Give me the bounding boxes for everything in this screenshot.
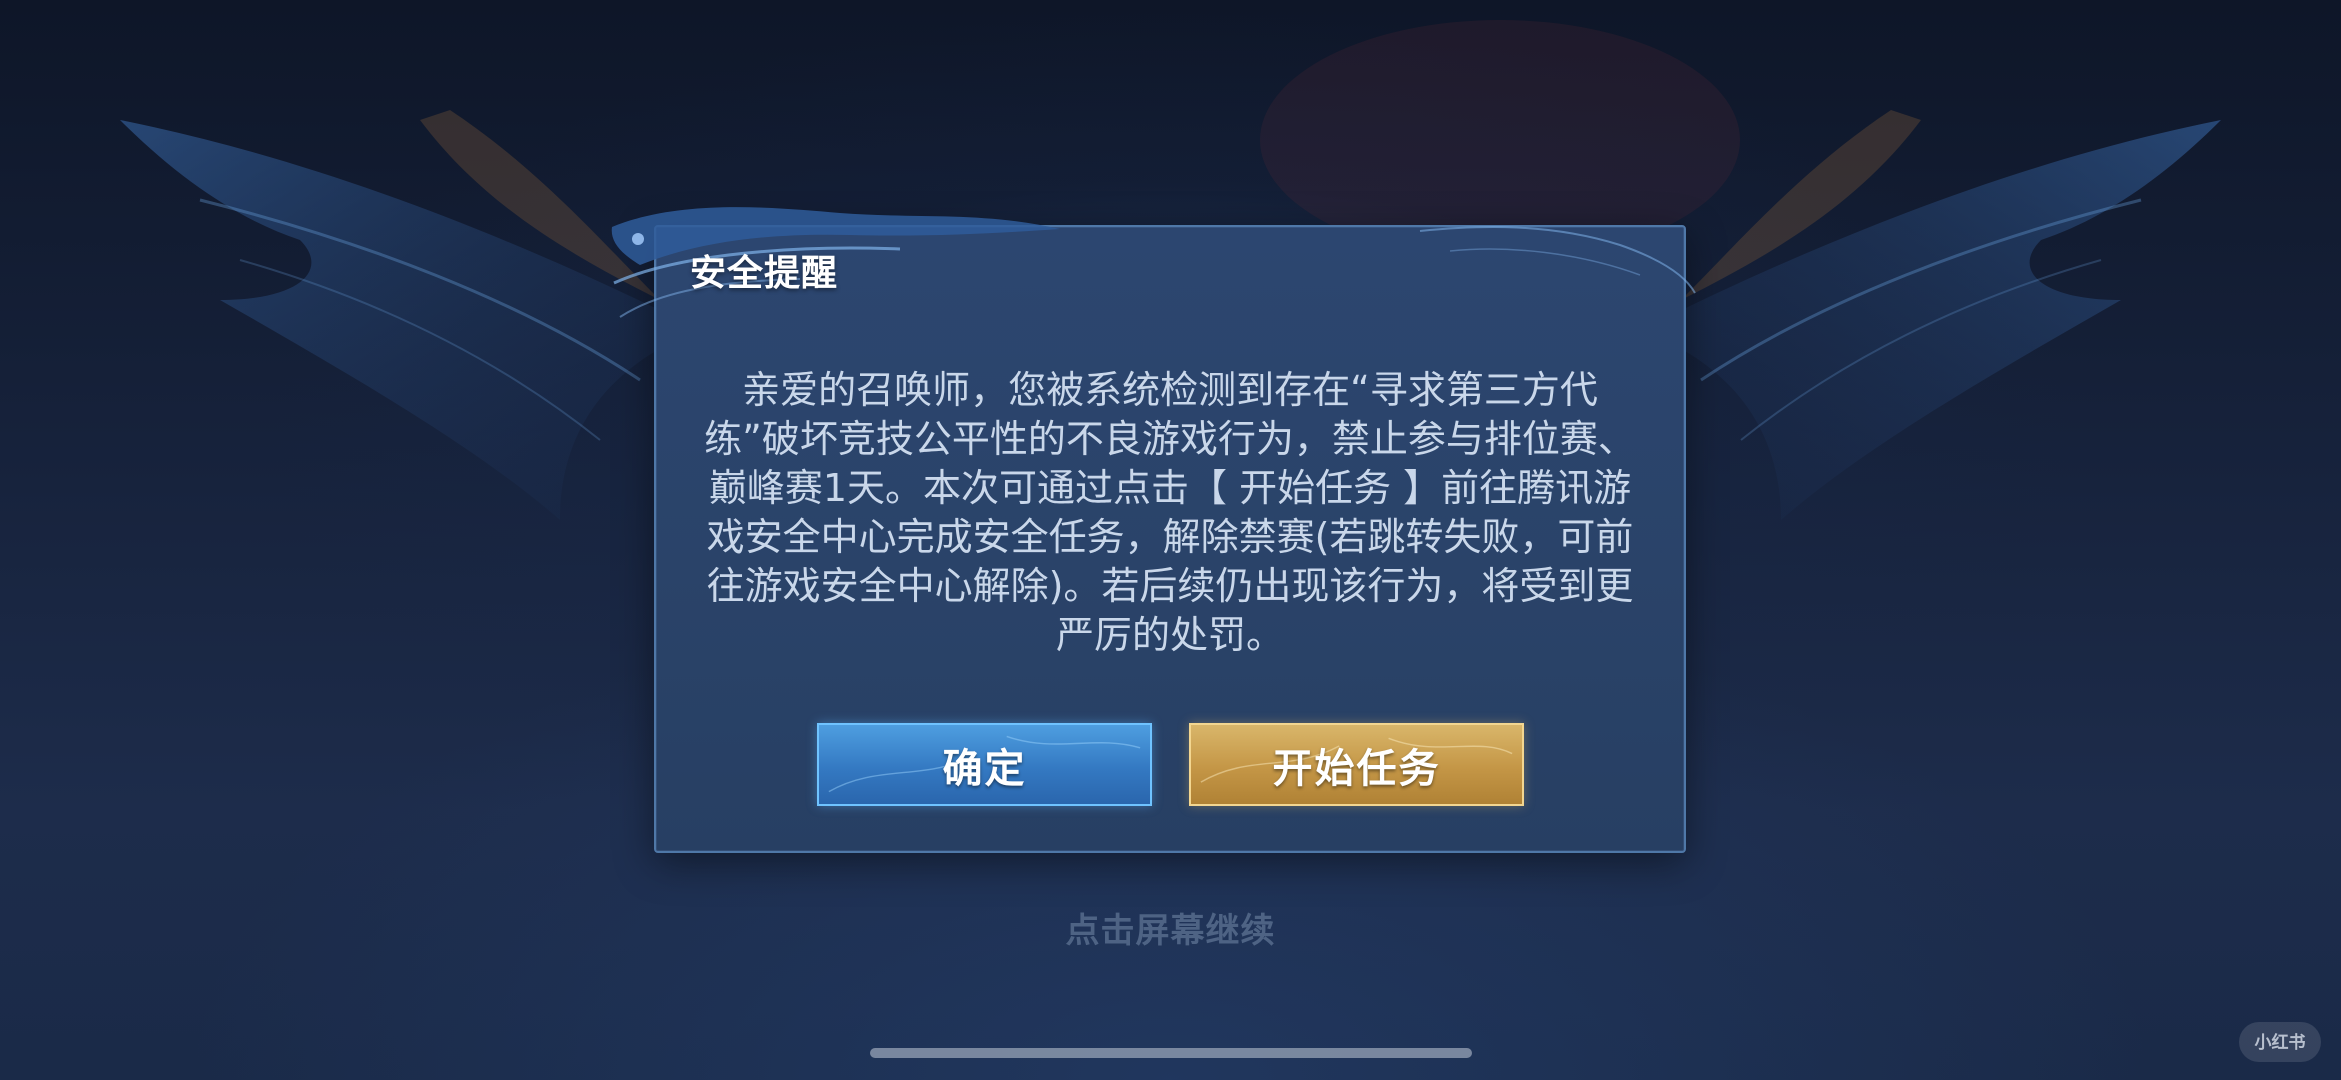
svg-text:小红书: 小红书 — [2255, 1032, 2306, 1053]
tap-to-continue-hint: 点击屏幕继续 — [1065, 911, 1276, 951]
confirm-button[interactable]: 确定 — [817, 723, 1152, 806]
xiaohongshu-watermark-logo: 小红书 — [2239, 1022, 2321, 1062]
home-indicator-bar[interactable] — [870, 1048, 1472, 1058]
confirm-button-label: 确定 — [942, 745, 1027, 792]
start-task-button-label: 开始任务 — [1272, 745, 1441, 792]
dialog-message: 亲爱的召唤师，您被系统检测到存在“寻求第三方代练”破坏竞技公平性的不良游戏行为，… — [704, 368, 1636, 657]
game-screen[interactable]: 安全提醒 亲爱的召唤师，您被系统检测到存在“寻求第三方代练”破坏竞技公平性的不良… — [0, 0, 2341, 1080]
dialog-title: 安全提醒 — [690, 253, 839, 294]
start-task-button[interactable]: 开始任务 — [1189, 723, 1524, 806]
